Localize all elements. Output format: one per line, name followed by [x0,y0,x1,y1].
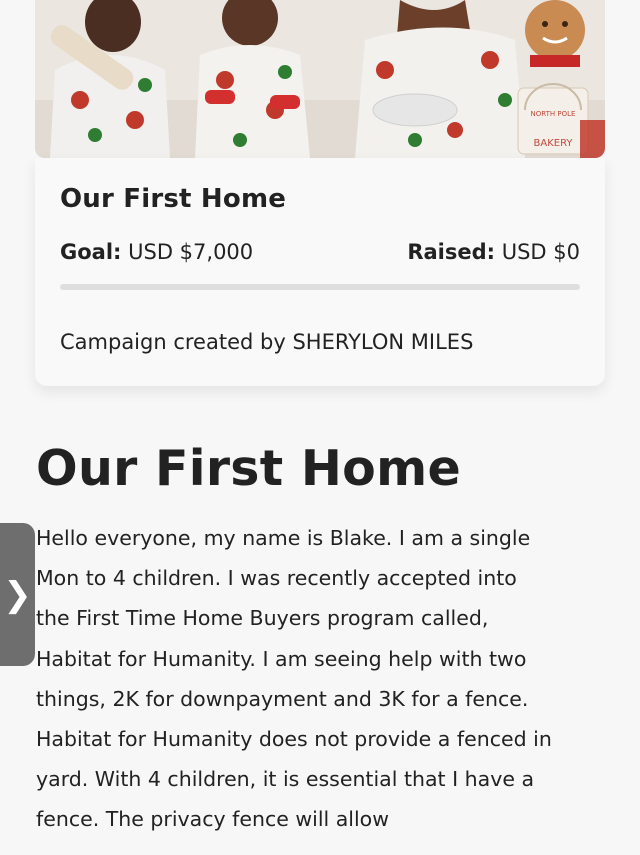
funding-progress-bar [60,284,580,290]
family-photo: NORTH POLE BAKERY [35,0,605,158]
sign-line-1: NORTH POLE [531,110,576,118]
story-body: Hello everyone, my name is Blake. I am a… [36,526,552,832]
raised-amount: Raised: USD $0 [407,240,580,264]
creator-prefix: Campaign created by [60,330,286,354]
campaign-summary-card: Our First Home Goal: USD $7,000 Raised: … [35,158,605,386]
story-heading: Our First Home [36,440,462,497]
creator-name[interactable]: SHERYLON MILES [292,330,473,354]
sign-line-2: BAKERY [534,138,574,149]
chevron-right-icon: ❯ [3,574,32,615]
goal-value: USD $7,000 [128,240,254,264]
side-drawer-toggle[interactable]: ❯ [0,523,35,666]
campaign-title: Our First Home [60,184,287,214]
campaign-hero-image: NORTH POLE BAKERY [35,0,605,158]
raised-value: USD $0 [501,240,580,264]
campaign-creator: Campaign created by SHERYLON MILES [60,330,473,354]
goal-label: Goal: [60,240,122,264]
goal-amount: Goal: USD $7,000 [60,240,253,264]
raised-label: Raised: [407,240,496,264]
